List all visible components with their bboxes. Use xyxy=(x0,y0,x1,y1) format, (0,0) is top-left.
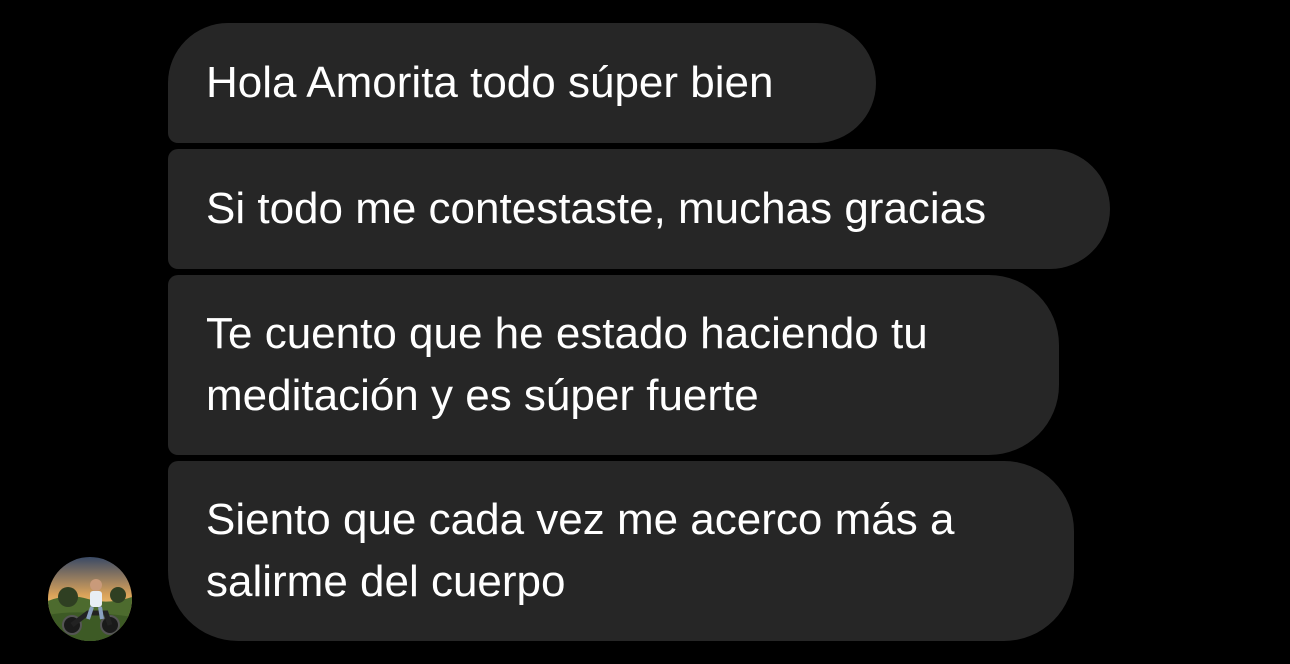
message-thread: Hola Amorita todo súper bien Si todo me … xyxy=(0,0,1290,664)
profile-photo-avatar-icon xyxy=(48,557,132,641)
message-text: Te cuento que he estado haciendo tu medi… xyxy=(206,309,928,420)
message-text: Hola Amorita todo súper bien xyxy=(206,58,774,107)
message-text: Si todo me contestaste, muchas gracias xyxy=(206,184,987,233)
sender-avatar[interactable] xyxy=(48,557,132,641)
message-bubble[interactable]: Te cuento que he estado haciendo tu medi… xyxy=(168,275,1059,455)
message-bubble[interactable]: Siento que cada vez me acerco más a sali… xyxy=(168,461,1074,641)
message-text: Siento que cada vez me acerco más a sali… xyxy=(206,495,955,606)
message-bubble[interactable]: Si todo me contestaste, muchas gracias xyxy=(168,149,1110,269)
message-bubble[interactable]: Hola Amorita todo súper bien xyxy=(168,23,876,143)
